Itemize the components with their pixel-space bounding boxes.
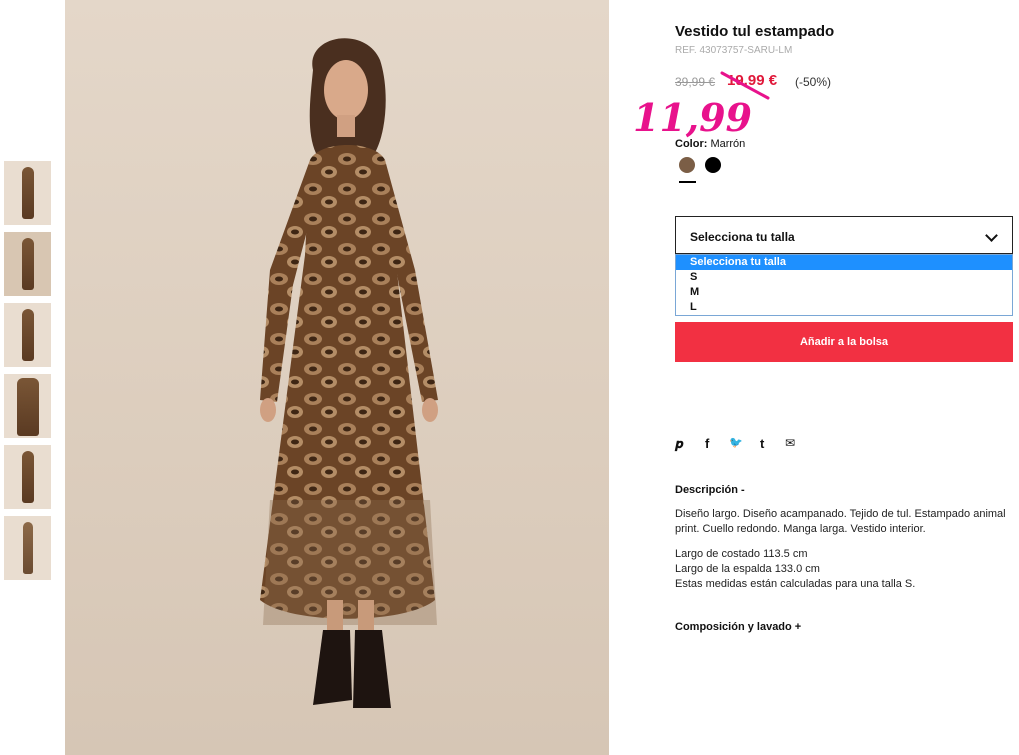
thumbnail-figure	[16, 378, 39, 436]
pinterest-icon[interactable]: 𝒑	[675, 436, 683, 452]
measurement-side-length: Largo de costado 113.5 cm	[675, 548, 808, 560]
thumbnail-2[interactable]	[4, 232, 51, 296]
color-swatch-black[interactable]	[705, 157, 721, 173]
main-product-photo[interactable]	[65, 0, 609, 755]
size-select-value: Selecciona tu talla	[690, 230, 795, 244]
thumbnail-figure	[21, 451, 34, 503]
thumbnail-strip	[4, 161, 52, 587]
size-option-m[interactable]: M	[676, 285, 1012, 300]
size-option-s[interactable]: S	[676, 270, 1012, 285]
thumbnail-1[interactable]	[4, 161, 51, 225]
measurement-note: Estas medidas están calculadas para una …	[675, 578, 916, 590]
size-dropdown-list: Selecciona tu talla S M L	[675, 254, 1013, 316]
color-swatch-brown[interactable]	[679, 157, 695, 173]
model-illustration	[260, 38, 438, 708]
thumbnail-figure	[21, 238, 34, 290]
composition-heading[interactable]: Composición y lavado +	[675, 621, 801, 633]
original-price: 39,99 €	[675, 75, 716, 89]
thumbnail-figure	[21, 167, 34, 219]
size-select[interactable]: Selecciona tu talla	[675, 216, 1013, 254]
description-heading[interactable]: Descripción -	[675, 484, 745, 496]
facebook-icon[interactable]: f	[705, 436, 709, 451]
thumbnail-figure	[22, 522, 33, 574]
discount-percentage: (-50%)	[795, 75, 832, 89]
description-text: Diseño largo. Diseño acampanado. Tejido …	[675, 508, 1006, 535]
thumbnail-5[interactable]	[4, 445, 51, 509]
thumbnail-6[interactable]	[4, 516, 51, 580]
measurements: Largo de costado 113.5 cm Largo de la es…	[675, 547, 915, 592]
size-option-placeholder[interactable]: Selecciona tu talla	[676, 255, 1012, 270]
chevron-down-icon	[985, 229, 998, 242]
add-to-bag-button[interactable]: Añadir a la bolsa	[675, 322, 1013, 362]
product-title: Vestido tul estampado	[675, 23, 835, 40]
email-icon[interactable]: ✉	[785, 436, 795, 450]
thumbnail-figure	[21, 309, 34, 361]
thumbnail-4[interactable]	[4, 374, 51, 438]
selected-swatch-indicator	[679, 181, 696, 183]
measurement-back-length: Largo de la espalda 133.0 cm	[675, 563, 820, 575]
product-reference: REF. 43073757-SARU-LM	[675, 45, 793, 56]
thumbnail-3[interactable]	[4, 303, 51, 367]
handwritten-price-annotation: 11,99	[633, 95, 752, 140]
twitter-icon[interactable]: 🐦	[729, 436, 743, 449]
tumblr-icon[interactable]: t	[760, 436, 764, 451]
size-option-l[interactable]: L	[676, 300, 1012, 315]
